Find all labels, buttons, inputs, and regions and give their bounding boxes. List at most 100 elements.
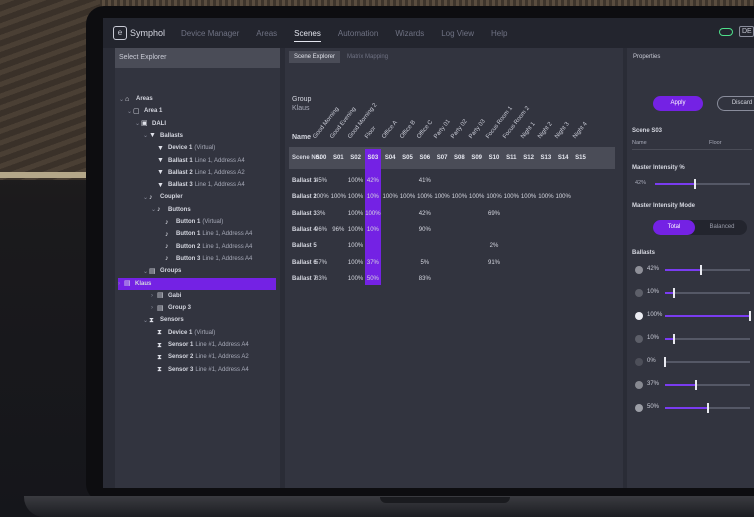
scene-value-cell[interactable]: 96% — [329, 227, 347, 233]
ballast-slider-handle[interactable] — [749, 311, 751, 321]
scene-value-cell[interactable]: 100% — [312, 194, 330, 200]
scene-number-header[interactable]: S07 — [434, 155, 450, 161]
ballast-slider-handle[interactable] — [664, 357, 666, 367]
scene-name-header[interactable]: Floor — [364, 126, 377, 140]
tree-item-button-1[interactable]: ♪ Button 1 (Virtual) — [159, 216, 223, 228]
scene-value-cell[interactable]: 100% — [381, 194, 399, 200]
tree-item-gabi[interactable]: › ▤ Gabi — [151, 290, 183, 302]
ballast-slider-handle[interactable] — [706, 403, 709, 413]
scene-value-cell[interactable]: 57% — [312, 260, 330, 266]
scene-value-cell[interactable]: 100% — [347, 178, 365, 184]
ballast-slider-handle[interactable] — [695, 380, 698, 390]
scene-name-header[interactable]: Party 01 — [433, 119, 451, 140]
scene-number-header[interactable]: S09 — [469, 155, 485, 161]
tree-item-group-3[interactable]: › ▤ Group 3 — [151, 302, 193, 314]
scene-value-cell[interactable]: 45% — [312, 178, 330, 184]
scene-name-header[interactable]: Night 4 — [572, 121, 588, 140]
scene-value-cell[interactable]: 100% — [450, 194, 468, 200]
tree-item-dali[interactable]: ⌄ ▣ DALI — [135, 118, 168, 130]
scene-name-header[interactable]: Night 1 — [520, 121, 536, 140]
nav-scenes[interactable]: Scenes — [294, 20, 321, 47]
nav-wizards[interactable]: Wizards — [395, 20, 424, 47]
tree-item-button-2[interactable]: ♪ Button 2 Line 1, Address A4 — [159, 241, 252, 253]
scene-number-header[interactable]: S02 — [348, 155, 364, 161]
nav-areas[interactable]: Areas — [256, 20, 277, 47]
scene-value-cell[interactable]: 100% — [364, 211, 382, 217]
scene-value-cell[interactable]: 100% — [347, 211, 365, 217]
scene-number-header[interactable]: S13 — [538, 155, 554, 161]
scene-number-header[interactable]: S14 — [555, 155, 571, 161]
master-intensity-slider-handle[interactable] — [693, 179, 696, 189]
scene-value-cell[interactable]: 42% — [364, 178, 382, 184]
scene-name-input[interactable]: Floor — [709, 140, 722, 146]
scene-value-cell[interactable]: 100% — [537, 194, 555, 200]
mode-toggle[interactable]: Total Balanced — [653, 220, 747, 235]
scene-value-cell[interactable]: 37% — [364, 260, 382, 266]
scene-number-header[interactable]: S04 — [382, 155, 398, 161]
scene-number-header[interactable]: S11 — [503, 155, 519, 161]
scene-value-cell[interactable]: 69% — [485, 211, 503, 217]
tree-item-sensor-3[interactable]: ⧗ Sensor 3 Line #1, Address A4 — [151, 364, 249, 376]
tree-item-area-1[interactable]: ⌄ ▢ Area 1 — [127, 105, 164, 117]
connection-icon[interactable] — [719, 27, 733, 36]
mode-total-option[interactable]: Total — [653, 220, 695, 235]
apply-button[interactable]: Apply — [653, 96, 703, 111]
scene-value-cell[interactable]: 83% — [416, 276, 434, 282]
ballast-slider-handle[interactable] — [672, 334, 675, 344]
nav-log-view[interactable]: Log View — [441, 20, 474, 47]
scene-name-header[interactable]: Party 02 — [451, 119, 469, 140]
scene-value-cell[interactable]: 100% — [502, 194, 520, 200]
tree-item-sensor-1[interactable]: ⧗ Sensor 1 Line #1, Address A4 — [151, 339, 249, 351]
ballast-slider-handle[interactable] — [672, 288, 675, 298]
scene-value-cell[interactable]: 100% — [399, 194, 417, 200]
scene-value-cell[interactable]: 2% — [485, 243, 503, 249]
tree-item-ballast-1[interactable]: ▼ Ballast 1 Line 1, Address A4 — [151, 155, 245, 167]
scene-value-cell[interactable]: 100% — [329, 194, 347, 200]
tree-item-buttons[interactable]: ⌄ ♪ Buttons — [151, 204, 193, 216]
tab-scene-explorer[interactable]: Scene Explorer — [289, 50, 341, 63]
scene-value-cell[interactable]: 100% — [416, 194, 434, 200]
tree-item-areas[interactable]: ⌄ ⌂ Areas — [119, 93, 155, 105]
tree-item-ballasts[interactable]: ⌄ ▼ Ballasts — [143, 130, 185, 142]
mode-balanced-option[interactable]: Balanced — [697, 220, 747, 235]
scene-name-header[interactable]: Office A — [381, 120, 399, 140]
discard-button[interactable]: Discard — [717, 96, 754, 111]
scene-number-header[interactable]: S15 — [573, 155, 589, 161]
scene-value-cell[interactable]: 50% — [364, 276, 382, 282]
scene-number-header[interactable]: S03 — [365, 155, 381, 161]
scene-value-cell[interactable]: 42% — [416, 211, 434, 217]
scene-name-header[interactable]: Party 03 — [468, 119, 486, 140]
scene-value-cell[interactable]: 100% — [554, 194, 572, 200]
ballast-slider-track[interactable] — [665, 361, 750, 363]
tree-item-device-1[interactable]: ⧗ Device 1 (Virtual) — [151, 327, 215, 339]
scene-value-cell[interactable]: 100% — [347, 227, 365, 233]
nav-automation[interactable]: Automation — [338, 20, 378, 47]
tree-item-button-1[interactable]: ♪ Button 1 Line 1, Address A4 — [159, 228, 252, 240]
tree-item-sensors[interactable]: ⌄ ⧗ Sensors — [143, 314, 186, 326]
scene-value-cell[interactable]: 100% — [347, 260, 365, 266]
scene-name-header[interactable]: Office C — [416, 119, 434, 140]
scene-value-cell[interactable]: 3% — [312, 211, 330, 217]
scene-value-cell[interactable]: 83% — [312, 276, 330, 282]
nav-help[interactable]: Help — [491, 20, 507, 47]
scene-value-cell[interactable]: 100% — [468, 194, 486, 200]
scene-value-cell[interactable]: 96% — [312, 227, 330, 233]
scene-number-header[interactable]: S12 — [521, 155, 537, 161]
scene-number-header[interactable]: S06 — [417, 155, 433, 161]
scene-value-cell[interactable]: 100% — [347, 194, 365, 200]
scene-number-header[interactable]: S05 — [400, 155, 416, 161]
ballast-slider-handle[interactable] — [699, 265, 702, 275]
scene-value-cell[interactable]: 100% — [347, 243, 365, 249]
scene-value-cell[interactable]: 41% — [416, 178, 434, 184]
scene-name-header[interactable]: Office B — [399, 120, 417, 140]
tree-item-ballast-2[interactable]: ▼ Ballast 2 Line 1, Address A2 — [151, 167, 245, 179]
scene-number-header[interactable]: S00 — [313, 155, 329, 161]
tree-item-device-1[interactable]: ▼ Device 1 (Virtual) — [151, 142, 215, 154]
scene-value-cell[interactable]: 5% — [416, 260, 434, 266]
tree-item-ballast-3[interactable]: ▼ Ballast 3 Line 1, Address A4 — [151, 179, 245, 191]
tree-item-sensor-2[interactable]: ⧗ Sensor 2 Line #1, Address A2 — [151, 351, 249, 363]
scene-value-cell[interactable]: 10% — [364, 227, 382, 233]
ballast-slider-track[interactable] — [665, 292, 750, 294]
scene-value-cell[interactable]: 90% — [416, 227, 434, 233]
scene-number-header[interactable]: S08 — [451, 155, 467, 161]
